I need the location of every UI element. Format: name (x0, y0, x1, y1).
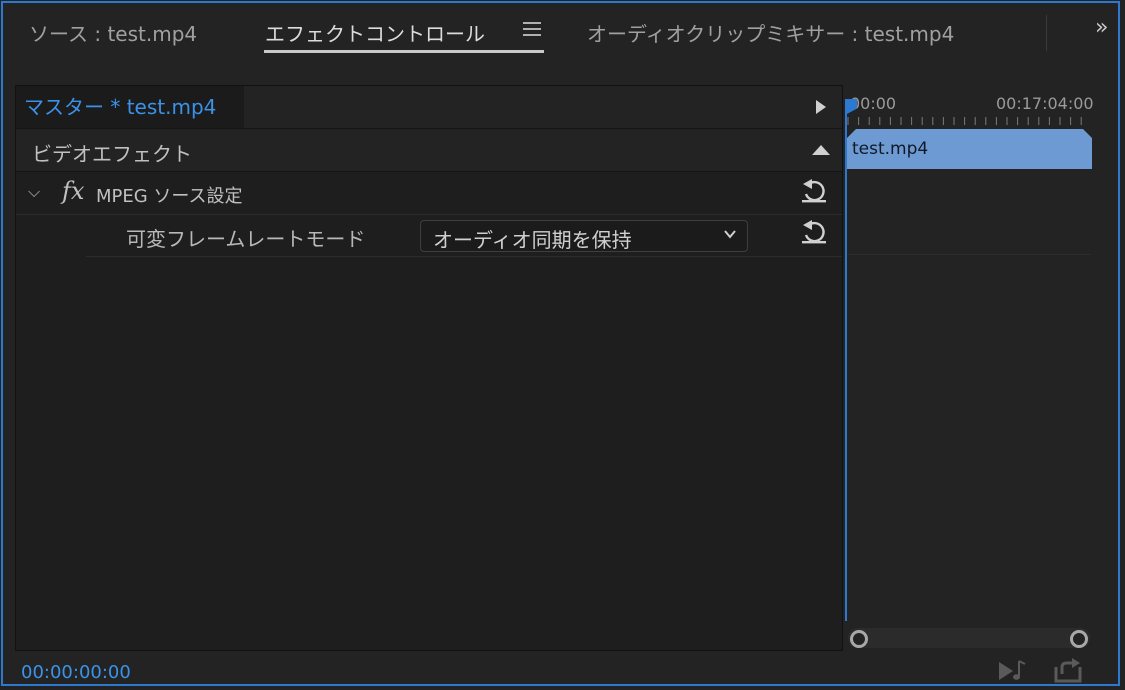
tab-audio-clip-mixer[interactable]: オーディオクリップミキサー : test.mp4 (587, 18, 954, 47)
clip-header: マスター * test.mp4 (16, 86, 842, 129)
tab-effect-controls[interactable]: エフェクトコントロール (265, 18, 485, 47)
ruler-ticks (847, 117, 1082, 125)
frame-rate-mode-dropdown[interactable]: オーディオ同期を保持 (420, 220, 748, 252)
scroll-handle-right[interactable] (1070, 630, 1088, 648)
effect-name: MPEG ソース設定 (96, 186, 243, 207)
timeline-clip[interactable]: test.mp4 (847, 129, 1092, 169)
effect-row-mpeg-source: ⌵ fx MPEG ソース設定 (16, 172, 842, 215)
property-row-variable-frame-rate: 可変フレームレートモード オーディオ同期を保持 (86, 214, 842, 257)
mini-timeline: 00:00 00:17:04:00 test.mp4 (844, 85, 1094, 651)
active-tab-underline (264, 50, 544, 53)
expand-triangle-icon[interactable] (816, 100, 826, 114)
property-label: 可変フレームレートモード (126, 227, 366, 251)
reset-icon[interactable] (800, 178, 828, 204)
tab-divider (1046, 15, 1047, 51)
dropdown-value: オーディオ同期を保持 (433, 228, 632, 252)
chevron-down-icon[interactable]: ⌵ (28, 182, 40, 202)
ruler-end-time: 00:17:04:00 (996, 94, 1094, 113)
timeline-zoom-scrollbar[interactable] (848, 628, 1090, 648)
clip-end-marker (1083, 129, 1092, 138)
collapse-triangle-icon[interactable] (812, 145, 830, 155)
tab-source[interactable]: ソース : test.mp4 (29, 18, 197, 47)
scroll-handle-left[interactable] (850, 630, 868, 648)
clip-start-marker (847, 129, 856, 138)
clip-title[interactable]: マスター * test.mp4 (16, 86, 244, 128)
reset-icon[interactable] (800, 219, 828, 245)
chevron-down-icon (723, 227, 737, 245)
playhead-line[interactable] (845, 99, 847, 621)
timecode-display[interactable]: 00:00:00:00 (21, 662, 131, 683)
effect-controls-window: ソース : test.mp4 エフェクトコントロール オーディオクリップミキサー… (1, 1, 1120, 686)
panel-tab-bar: ソース : test.mp4 エフェクトコントロール オーディオクリップミキサー… (3, 3, 1118, 61)
play-audio-icon[interactable] (997, 658, 1029, 690)
panel-menu-icon[interactable] (523, 22, 541, 36)
export-icon[interactable] (1053, 658, 1083, 690)
time-ruler[interactable]: 00:00 00:17:04:00 (844, 85, 1094, 127)
effect-controls-panel: マスター * test.mp4 ビデオエフェクト ⌵ fx MPEG ソース設定… (15, 85, 843, 651)
tab-overflow-icon[interactable]: » (1095, 15, 1108, 40)
fx-icon[interactable]: fx (62, 177, 84, 205)
clip-label: test.mp4 (852, 139, 929, 159)
section-title: ビデオエフェクト (32, 142, 192, 166)
video-effects-section: ビデオエフェクト (16, 129, 842, 172)
